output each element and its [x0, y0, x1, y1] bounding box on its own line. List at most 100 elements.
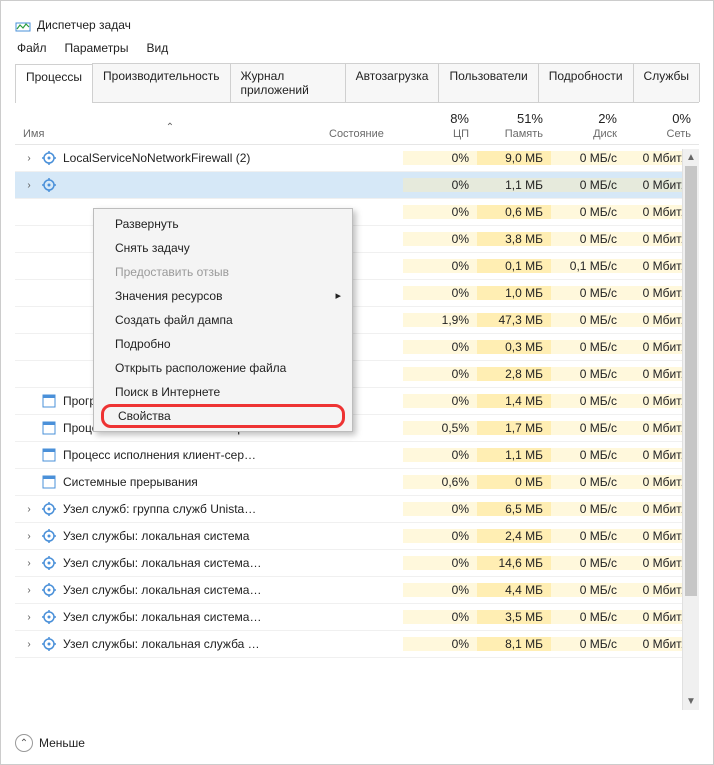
process-name: Узел службы: локальная система…: [63, 556, 261, 570]
task-manager-icon: [15, 17, 31, 33]
process-icon: [41, 366, 57, 382]
dsk-cell: 0 МБ/с: [551, 232, 625, 246]
table-row[interactable]: › Узел службы: локальная система… 0%4,4 МБ…: [15, 577, 699, 604]
process-name: Узел службы: локальная система: [63, 529, 249, 543]
expand-arrow-icon[interactable]: ›: [23, 558, 35, 569]
table-row[interactable]: ›Узел службы: локальная система0%2,4 МБ0…: [15, 523, 699, 550]
process-icon: [41, 231, 57, 247]
mem-cell: 1,7 МБ: [477, 421, 551, 435]
expand-arrow-icon[interactable]: ›: [23, 612, 35, 623]
ctx-search[interactable]: Поиск в Интернете: [97, 380, 349, 404]
mem-cell: 3,5 МБ: [477, 610, 551, 624]
cpu-cell: 0%: [403, 583, 477, 597]
expand-arrow-icon[interactable]: ›: [23, 153, 35, 164]
process-icon: [41, 420, 57, 436]
col-name-label: Имя: [23, 128, 44, 140]
process-name: Узел службы: локальная система…: [63, 583, 261, 597]
table-row[interactable]: ›Узел служб: группа служб Unista…0%6,5 М…: [15, 496, 699, 523]
process-name: LocalServiceNoNetworkFirewall (2): [63, 151, 250, 165]
col-name[interactable]: ⌃ Имя: [15, 128, 329, 140]
column-headers: ⌃ Имя Состояние 8% ЦП 51% Память 2% Диск…: [15, 103, 699, 145]
mem-cell: 1,1 МБ: [477, 178, 551, 192]
menu-view[interactable]: Вид: [146, 41, 168, 55]
mem-cell: 14,6 МБ: [477, 556, 551, 570]
mem-cell: 0,6 МБ: [477, 205, 551, 219]
menu-file[interactable]: Файл: [17, 41, 47, 55]
mem-cell: 47,3 МБ: [477, 313, 551, 327]
tab-performance[interactable]: Производительность: [92, 63, 230, 102]
menu-options[interactable]: Параметры: [65, 41, 129, 55]
process-name: Узел службы: локальная система…: [63, 610, 261, 624]
mem-cell: 3,8 МБ: [477, 232, 551, 246]
ctx-feedback[interactable]: Предоставить отзыв: [97, 260, 349, 284]
col-state[interactable]: Состояние: [329, 128, 403, 140]
scroll-thumb[interactable]: [685, 166, 697, 596]
mem-cell: 4,4 МБ: [477, 583, 551, 597]
col-network[interactable]: 0% Сеть: [625, 111, 699, 140]
table-row[interactable]: › Узел службы: локальная система… 0%14,6 М…: [15, 550, 699, 577]
ctx-details[interactable]: Подробно: [97, 332, 349, 356]
mem-cell: 9,0 МБ: [477, 151, 551, 165]
ctx-end-task[interactable]: Снять задачу: [97, 236, 349, 260]
dsk-cell: 0 МБ/с: [551, 583, 625, 597]
process-icon: [41, 582, 57, 598]
cpu-cell: 0%: [403, 286, 477, 300]
process-icon: [41, 339, 57, 355]
process-icon: [41, 393, 57, 409]
fewer-details-button[interactable]: Меньше: [39, 736, 85, 750]
process-icon: [41, 177, 57, 193]
collapse-icon[interactable]: ⌃: [15, 734, 33, 752]
tab-processes[interactable]: Процессы: [15, 64, 93, 103]
dsk-cell: 0 МБ/с: [551, 529, 625, 543]
mem-cell: 1,4 МБ: [477, 394, 551, 408]
expand-arrow-icon[interactable]: ›: [23, 531, 35, 542]
process-icon: [41, 636, 57, 652]
dsk-cell: 0 МБ/с: [551, 556, 625, 570]
process-icon: [41, 447, 57, 463]
chevron-right-icon: ▸: [335, 289, 341, 302]
dsk-cell: 0 МБ/с: [551, 502, 625, 516]
tab-services[interactable]: Службы: [633, 63, 700, 102]
dsk-cell: 0 МБ/с: [551, 286, 625, 300]
cpu-cell: 0%: [403, 610, 477, 624]
ctx-expand[interactable]: Развернуть: [97, 212, 349, 236]
ctx-create-dump[interactable]: Создать файл дампа: [97, 308, 349, 332]
dsk-cell: 0 МБ/с: [551, 421, 625, 435]
table-row[interactable]: › LocalServiceNoNetworkFirewall (2) 0%9,0 …: [15, 145, 699, 172]
mem-cell: 0 МБ: [477, 475, 551, 489]
scroll-down-icon[interactable]: ▼: [683, 693, 699, 710]
net-label: Сеть: [625, 128, 691, 140]
sort-indicator-icon: ⌃: [166, 122, 174, 133]
cpu-cell: 0%: [403, 556, 477, 570]
tab-details[interactable]: Подробности: [538, 63, 634, 102]
vertical-scrollbar[interactable]: ▲ ▼: [682, 149, 699, 710]
mem-cell: 6,5 МБ: [477, 502, 551, 516]
process-name: Процесс исполнения клиент-сер…: [63, 448, 256, 462]
dsk-cell: 0 МБ/с: [551, 151, 625, 165]
table-row[interactable]: ›Узел службы: локальная служба …0%8,1 МБ…: [15, 631, 699, 658]
cpu-cell: 0%: [403, 367, 477, 381]
ctx-resource-values[interactable]: Значения ресурсов ▸: [97, 284, 349, 308]
col-cpu[interactable]: 8% ЦП: [403, 111, 477, 140]
scroll-up-icon[interactable]: ▲: [683, 149, 699, 166]
mem-cell: 1,0 МБ: [477, 286, 551, 300]
expand-arrow-icon[interactable]: ›: [23, 585, 35, 596]
table-row[interactable]: Системные прерывания0,6%0 МБ0 МБ/с0 Мбит…: [15, 469, 699, 496]
expand-arrow-icon[interactable]: ›: [23, 504, 35, 515]
tab-app-history[interactable]: Журнал приложений: [230, 63, 346, 102]
table-row[interactable]: Процесс исполнения клиент-сер…0%1,1 МБ0 …: [15, 442, 699, 469]
table-row[interactable]: ›0%1,1 МБ0 МБ/с0 Мбит/с: [15, 172, 699, 199]
tab-users[interactable]: Пользователи: [438, 63, 538, 102]
col-disk[interactable]: 2% Диск: [551, 111, 625, 140]
dsk-cell: 0 МБ/с: [551, 205, 625, 219]
expand-arrow-icon[interactable]: ›: [23, 180, 35, 191]
expand-arrow-icon[interactable]: ›: [23, 639, 35, 650]
col-memory[interactable]: 51% Память: [477, 111, 551, 140]
tabs: Процессы Производительность Журнал прило…: [15, 63, 699, 103]
ctx-open-location[interactable]: Открыть расположение файла: [97, 356, 349, 380]
tab-startup[interactable]: Автозагрузка: [345, 63, 440, 102]
ctx-properties[interactable]: Свойства: [101, 404, 345, 428]
cpu-cell: 0%: [403, 151, 477, 165]
window-title: Диспетчер задач: [37, 18, 131, 32]
table-row[interactable]: › Узел службы: локальная система… 0%3,5 МБ…: [15, 604, 699, 631]
